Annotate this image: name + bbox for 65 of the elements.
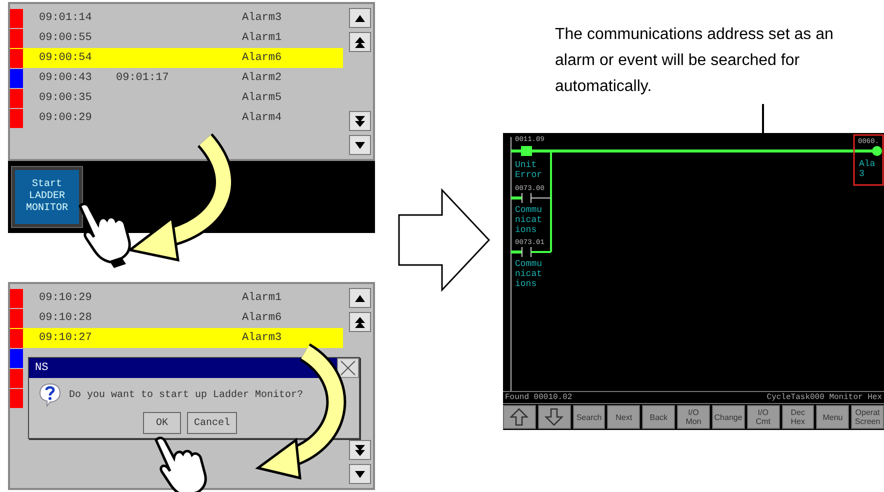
close-icon: [339, 359, 357, 377]
alarm-name: Alarm4: [242, 112, 282, 124]
scroll-top-button[interactable]: [349, 32, 371, 52]
contact-comment: Unit Error: [515, 160, 542, 180]
up-triangle-icon: [355, 294, 365, 302]
alarm-name: Alarm6: [242, 52, 282, 64]
down-arrow-icon: [544, 407, 564, 427]
scroll-bottom-button[interactable]: [349, 440, 371, 460]
annotation-text: The communications address set as an alarm or event will be searched for automatically.: [555, 25, 834, 97]
coil-comment: Ala 3: [859, 159, 876, 179]
alarm-time: 09:00:35: [39, 92, 92, 104]
alarm-time: 09:10:28: [39, 312, 92, 324]
alarm-name: Alarm3: [242, 332, 282, 344]
scroll-down-button[interactable]: [349, 464, 371, 484]
alarm-time: 09:00:43: [39, 72, 92, 84]
double-down-triangle-icon: [355, 116, 365, 126]
alarm-time: 09:00:29: [39, 112, 92, 124]
scroll-down-button[interactable]: [349, 135, 371, 155]
selected-alarm-row[interactable]: 09:00:54 Alarm6: [10, 48, 343, 68]
alarm-time: 09:00:54: [39, 52, 92, 64]
toolbar-button[interactable]: Next: [607, 405, 640, 429]
alarm-name: Alarm2: [242, 72, 282, 84]
scroll-up-button[interactable]: [349, 8, 371, 28]
alarm-time: 09:00:55: [39, 32, 92, 44]
down-triangle-icon: [355, 470, 365, 478]
question-icon: [39, 383, 61, 407]
contact-comment: Communications: [515, 259, 542, 289]
toolbar-button[interactable]: Search: [572, 405, 606, 429]
down-triangle-icon: [355, 142, 365, 148]
scroll-up-button[interactable]: [349, 288, 371, 308]
toolbar-button[interactable]: Dec Hex: [782, 405, 814, 429]
dialog-title: NS: [35, 362, 48, 374]
alarm-name: Alarm5: [242, 92, 282, 104]
dialog-message: Do you want to start up Ladder Monitor?: [69, 390, 304, 400]
down-arrow-button[interactable]: [538, 405, 571, 429]
up-arrow-icon: [509, 407, 530, 427]
up-arrow-button[interactable]: [503, 405, 536, 429]
ok-button[interactable]: OK: [143, 412, 181, 434]
toolbar-button[interactable]: I/O Cmt: [746, 405, 780, 429]
alarm-name: Alarm6: [242, 312, 282, 324]
toolbar-button[interactable]: Operat Screen: [851, 405, 884, 429]
double-up-triangle-icon: [355, 36, 365, 48]
scroll-top-button[interactable]: [349, 312, 371, 332]
selected-alarm-row[interactable]: 09:10:27 Alarm3: [10, 328, 343, 348]
alarm-time: 09:10:27: [39, 332, 92, 344]
status-text: Found 00010.02: [505, 392, 572, 403]
contact-comment: Communications: [515, 205, 542, 235]
toolbar-button[interactable]: I/O Mon: [677, 405, 710, 429]
cancel-button[interactable]: Cancel: [187, 412, 238, 434]
toolbar-button[interactable]: Change: [712, 405, 745, 429]
double-up-triangle-icon: [355, 316, 365, 328]
status-mode: CycleTask000 Monitor Hex: [766, 392, 882, 403]
alarm-name: Alarm3: [242, 12, 282, 24]
toolbar-button[interactable]: Back: [642, 405, 676, 429]
alarm-time: 09:01:14: [39, 12, 92, 24]
alarm-name: Alarm1: [242, 32, 282, 44]
double-down-triangle-icon: [355, 444, 365, 456]
toolbar-button[interactable]: Menu: [816, 405, 850, 429]
recovery-time: 09:01:17: [116, 72, 169, 84]
alarm-time: 09:10:29: [39, 292, 92, 304]
alarm-name: Alarm1: [242, 292, 282, 304]
close-button[interactable]: [337, 358, 359, 378]
scroll-bottom-button[interactable]: [349, 111, 371, 131]
start-ladder-monitor-button[interactable]: Start LADDER MONITOR: [12, 167, 82, 227]
up-triangle-icon: [355, 14, 365, 22]
